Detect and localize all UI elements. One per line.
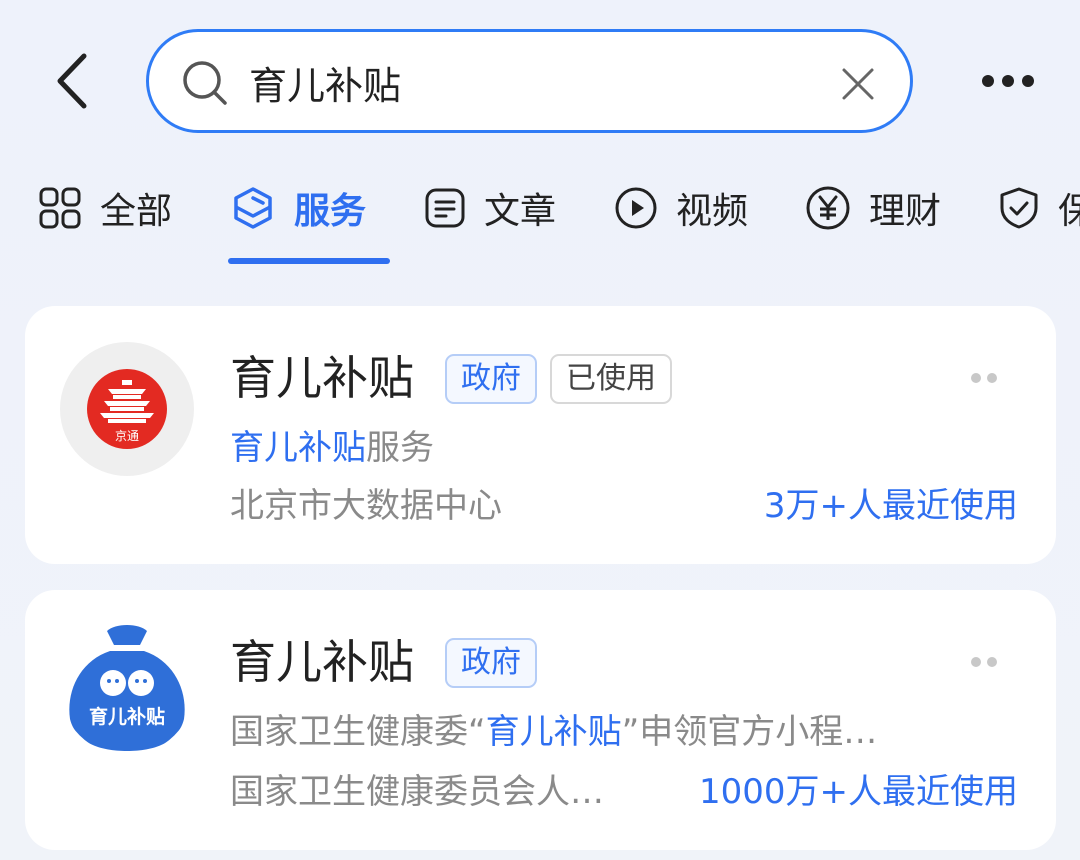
search-bar[interactable]	[146, 29, 913, 133]
layers-icon	[234, 187, 272, 229]
category-tabs: 全部 服务 文章 视频 理财 保	[0, 160, 1080, 270]
childcare-subsidy-logo: 育儿补贴	[60, 621, 194, 755]
description-text: 国家卫生健康委“	[230, 712, 486, 752]
more-dots-icon	[971, 657, 997, 667]
provider-name: 国家卫生健康委员会人…	[230, 772, 604, 812]
result-title: 育儿补贴	[230, 351, 414, 405]
description-text: 服务	[366, 428, 434, 468]
result-card[interactable]: 育儿补贴 育儿补贴 政府 国家卫生健康委“育儿补贴”申领官方小程… 国家卫生健康…	[25, 590, 1056, 850]
clear-search-button[interactable]	[840, 66, 876, 102]
card-more-button[interactable]	[969, 654, 999, 668]
provider-name: 北京市大数据中心	[230, 486, 502, 526]
tab-videos[interactable]: 视频	[614, 180, 748, 236]
search-icon	[183, 61, 227, 105]
active-tab-indicator	[228, 258, 390, 264]
jingtong-logo: 京通	[60, 342, 194, 476]
tab-insurance[interactable]: 保	[998, 180, 1080, 236]
top-bar	[0, 0, 1080, 150]
description-highlight: 育儿补贴	[485, 712, 622, 752]
result-description: 国家卫生健康委“育儿补贴”申领官方小程…	[230, 710, 877, 754]
close-icon	[842, 68, 874, 100]
used-badge: 已使用	[550, 354, 672, 404]
chevron-left-icon	[57, 53, 87, 109]
play-icon	[615, 187, 657, 229]
document-icon	[425, 188, 465, 228]
more-options-button[interactable]	[980, 62, 1036, 100]
result-title: 育儿补贴	[230, 635, 414, 689]
tab-label: 视频	[676, 191, 749, 232]
tab-label: 理财	[869, 191, 942, 232]
result-description: 育儿补贴服务	[230, 426, 434, 470]
shield-icon	[1000, 187, 1038, 229]
search-input[interactable]	[249, 50, 809, 114]
government-badge: 政府	[445, 638, 537, 688]
tab-label: 保	[1058, 191, 1080, 232]
yen-icon	[806, 186, 850, 230]
back-button[interactable]	[46, 48, 102, 114]
tab-label: 全部	[100, 191, 173, 232]
government-badge: 政府	[445, 354, 537, 404]
card-more-button[interactable]	[969, 370, 999, 384]
tab-articles[interactable]: 文章	[424, 180, 556, 236]
tab-services[interactable]: 服务	[230, 180, 366, 236]
more-dots-icon	[982, 75, 1034, 87]
grid-icon	[39, 187, 81, 229]
tab-label: 服务	[294, 191, 367, 232]
tab-all[interactable]: 全部	[38, 180, 172, 236]
tab-finance[interactable]: 理财	[805, 180, 941, 236]
description-text: ”申领官方小程…	[621, 712, 878, 752]
more-dots-icon	[971, 373, 997, 383]
tab-label: 文章	[484, 191, 557, 232]
logo-text: 育儿补贴	[89, 705, 165, 728]
result-card[interactable]: 京通 育儿补贴 政府 已使用 育儿补贴服务 北京市大数据中心 3万+人最近使用	[25, 306, 1056, 564]
usage-count: 1000万+人最近使用	[698, 772, 1018, 812]
logo-text: 京通	[115, 429, 139, 443]
description-highlight: 育儿补贴	[230, 428, 366, 468]
usage-count: 3万+人最近使用	[763, 486, 1018, 526]
